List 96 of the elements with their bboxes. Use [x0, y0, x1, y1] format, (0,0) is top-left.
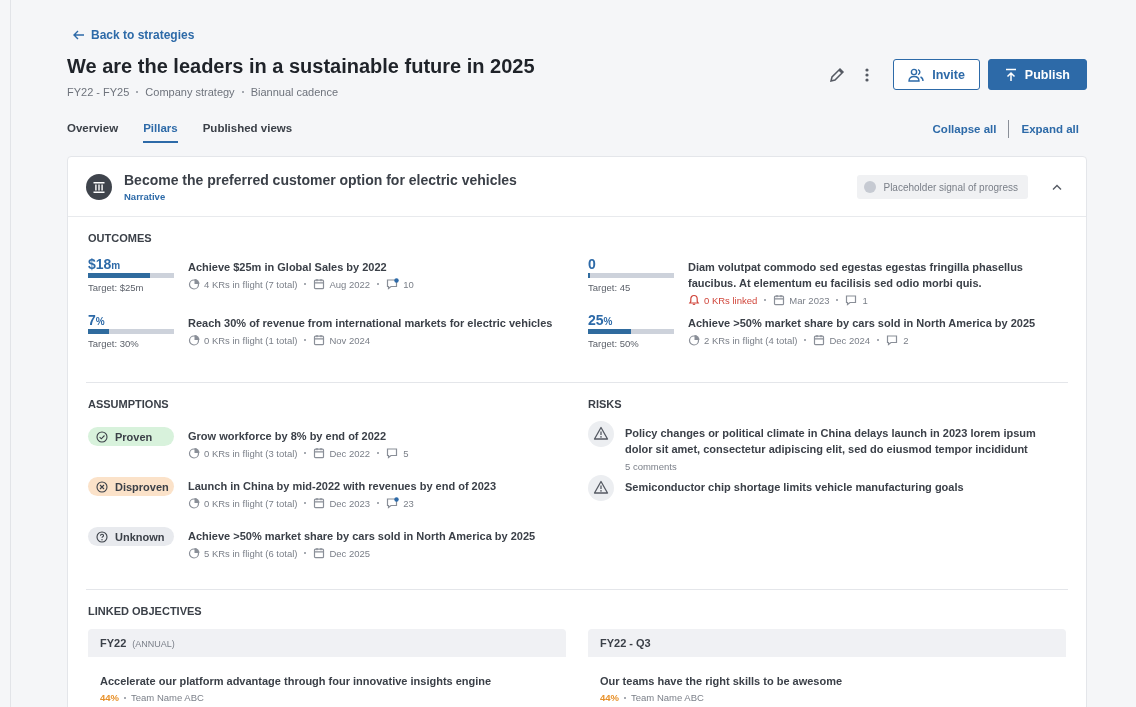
- status-dot-icon: [864, 181, 877, 193]
- outcome-title: Achieve >50% market share by cars sold in North America by 2025: [688, 316, 1037, 331]
- arrow-left-icon: [73, 30, 85, 40]
- due-date: Dec 2023: [329, 497, 371, 509]
- risk-title: Semiconductor chip shortage limits vehicle manufacturing goals: [625, 480, 965, 495]
- calendar-icon: [313, 497, 326, 509]
- period-label: FY22: [100, 637, 127, 649]
- metric-value: $18m: [88, 256, 122, 272]
- outcome-title: Reach 30% of revenue from international markets for electric vehicles: [188, 316, 554, 331]
- section-heading: ASSUMPTIONS: [88, 398, 170, 410]
- back-link[interactable]: Back to strategies: [73, 28, 195, 42]
- assumption-title: Launch in China by mid-2022 with revenues by end of 2023: [188, 479, 498, 494]
- period-note: (ANNUAL): [132, 639, 175, 649]
- key-results-count: 2 KRs in flight (4 total): [704, 334, 798, 346]
- team-name: Team Name ABC: [131, 692, 204, 703]
- people-icon: [908, 67, 925, 82]
- comment-count: 1: [862, 294, 868, 306]
- pencil-icon: [829, 66, 846, 83]
- comment-count: 2: [903, 334, 909, 346]
- comment-count: 5: [403, 447, 409, 459]
- pie-chart-icon: [188, 278, 200, 290]
- progress-percent: 44%: [600, 692, 619, 703]
- check-circle-icon: [96, 430, 108, 443]
- bell-icon: [688, 294, 700, 306]
- target-label: Target: 50%: [588, 338, 640, 349]
- comment-count: 5 comments: [625, 461, 678, 472]
- objective-title: Our teams have the right skills to be awesome: [600, 674, 844, 689]
- metric-value: 0: [588, 256, 597, 272]
- subtitle-item: Biannual cadence: [250, 86, 339, 98]
- due-date: Nov 2024: [329, 334, 371, 346]
- tab[interactable]: Published views: [202, 118, 293, 143]
- key-results-count: 0 KRs in flight (3 total): [204, 447, 298, 459]
- progress-signal: Placeholder signal of progress: [857, 175, 1028, 199]
- pie-chart-icon: [188, 497, 200, 509]
- key-results-count: 5 KRs in flight (6 total): [204, 547, 298, 559]
- status-badge: Unknown: [88, 527, 174, 546]
- warning-icon: [588, 475, 614, 501]
- team-name: Team Name ABC: [631, 692, 704, 703]
- due-date: Dec 2025: [329, 547, 371, 559]
- comment-count: 10: [403, 278, 414, 290]
- due-date: Aug 2022: [329, 278, 371, 290]
- key-results-count: 4 KRs in flight (7 total): [204, 278, 298, 290]
- tab[interactable]: Overview: [67, 118, 119, 143]
- target-label: Target: $25m: [88, 282, 145, 293]
- pie-chart-icon: [188, 334, 200, 346]
- period-label: FY22 - Q3: [600, 637, 651, 649]
- outcome-title: Diam volutpat commodo sed egestas egestas fringilla phasellus faucibus. At elementum eu facilisis sed odio morbi quis.: [688, 260, 1024, 291]
- chevron-up-icon: [1052, 184, 1062, 190]
- tab[interactable]: Pillars: [143, 118, 178, 143]
- section-heading: LINKED OBJECTIVES: [88, 605, 203, 617]
- pie-chart-icon: [688, 334, 700, 346]
- pie-chart-icon: [188, 447, 200, 459]
- calendar-icon: [773, 294, 786, 306]
- assumption-title: Achieve >50% market share by cars sold in North America by 2025: [188, 529, 537, 544]
- comment-count: 23: [403, 497, 414, 509]
- upload-icon: [1004, 67, 1017, 82]
- calendar-icon: [313, 278, 326, 290]
- more-vertical-icon: [865, 66, 870, 83]
- due-date: Mar 2023: [789, 294, 830, 306]
- objective-title: Accelerate our platform advantage through four innovative insights engine: [100, 674, 493, 689]
- section-heading: OUTCOMES: [88, 232, 153, 244]
- alert-text: 0 KRs linked: [704, 294, 758, 306]
- status-badge: Proven: [88, 427, 174, 446]
- target-label: Target: 45: [588, 282, 632, 293]
- warning-icon: [588, 421, 614, 447]
- toolbar-link[interactable]: Collapse all: [932, 122, 997, 135]
- key-results-count: 0 KRs in flight (1 total): [204, 334, 298, 346]
- progress-percent: 44%: [100, 692, 119, 703]
- calendar-icon: [313, 447, 326, 459]
- calendar-icon: [313, 547, 326, 559]
- outcome-title: Achieve $25m in Global Sales by 2022: [188, 260, 388, 275]
- due-date: Dec 2024: [829, 334, 871, 346]
- status-badge: Disproven: [88, 477, 174, 496]
- invite-button[interactable]: Invite: [893, 59, 980, 90]
- pillar-title: Become the preferred customer option for electric vehicles: [124, 172, 518, 188]
- narrative-link[interactable]: Narrative: [124, 191, 858, 202]
- calendar-icon: [313, 334, 326, 346]
- due-date: Dec 2022: [329, 447, 371, 459]
- publish-button[interactable]: Publish: [987, 59, 1087, 90]
- assumption-title: Grow workforce by 8% by end of 2022: [188, 429, 388, 444]
- section-heading: RISKS: [588, 398, 623, 410]
- subtitle-item: FY22 - FY25: [67, 86, 130, 98]
- pie-chart-icon: [188, 547, 200, 559]
- key-results-count: 0 KRs in flight (7 total): [204, 497, 298, 509]
- metric-value: 7%: [88, 312, 106, 328]
- risk-title: Policy changes or political climate in China delays launch in 2023 lorem ipsum dolor sit amet, consectetur adipiscing elit, sed do eiusmod tempor incididunt: [625, 426, 1037, 457]
- subtitle-item: Company strategy: [145, 86, 235, 98]
- x-circle-icon: [96, 480, 108, 493]
- collapse-button[interactable]: [1050, 182, 1064, 192]
- target-label: Target: 30%: [88, 338, 140, 349]
- toolbar-link[interactable]: Expand all: [1021, 122, 1079, 135]
- calendar-icon: [813, 334, 826, 346]
- page-title: We are the leaders in a sustainable future in 2025: [67, 55, 535, 78]
- question-circle-icon: [96, 530, 108, 543]
- metric-value: 25%: [588, 312, 614, 328]
- pillar-icon: [86, 174, 112, 200]
